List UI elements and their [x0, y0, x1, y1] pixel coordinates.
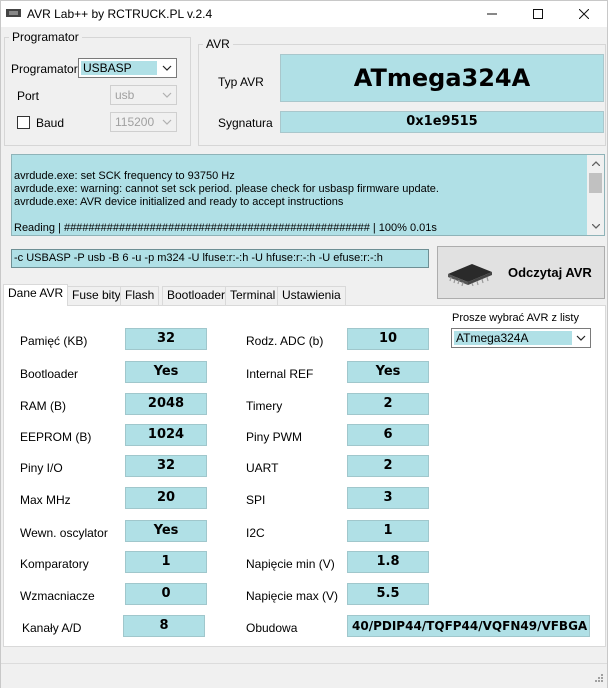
maximize-button[interactable]	[515, 1, 561, 27]
avr-type-label: Typ AVR	[218, 75, 264, 89]
log-scrollbar[interactable]	[587, 155, 604, 235]
log-line: avrdude.exe: warning: cannot set sck per…	[14, 183, 439, 195]
log-output[interactable]: avrdude.exe: set SCK frequency to 93750 …	[11, 154, 605, 236]
app-window: AVR Lab++ by RCTRUCK.PL v.2.4 Programato…	[0, 0, 608, 688]
app-icon	[6, 9, 21, 17]
chip-icon	[448, 264, 492, 286]
param-value: 8	[123, 615, 205, 637]
command-line-field[interactable]: -c USBASP -P usb -B 6 -u -p m324 -U lfus…	[11, 249, 429, 268]
param-value: 6	[347, 424, 429, 446]
param-value: 1024	[125, 424, 207, 446]
scroll-up-button[interactable]	[587, 155, 604, 172]
param-value: 1	[347, 520, 429, 542]
avr-model-select-value: ATmega324A	[454, 331, 572, 345]
chevron-up-icon	[591, 161, 600, 166]
param-label: Max MHz	[20, 493, 71, 507]
param-label: Napięcie min (V)	[246, 557, 335, 571]
param-value: Yes	[125, 520, 207, 542]
param-label: Napięcie max (V)	[246, 589, 339, 603]
param-value: 0	[125, 583, 207, 605]
avr-group-legend: AVR	[206, 37, 230, 51]
tab-bootloader[interactable]: Bootloader	[162, 286, 231, 305]
param-label: I2C	[246, 526, 265, 540]
log-line: Reading | ##############################…	[14, 222, 437, 234]
chevron-down-icon	[162, 92, 172, 98]
port-label: Port	[17, 89, 40, 103]
param-label: Piny PWM	[246, 430, 303, 444]
param-value: 1	[125, 551, 207, 573]
baud-select[interactable]: 115200	[110, 112, 177, 132]
avr-signature-value: 0x1e9515	[280, 111, 604, 133]
programmer-select-value: USBASP	[81, 61, 157, 75]
baud-checkbox[interactable]	[17, 116, 30, 129]
param-value: 3	[347, 487, 429, 509]
status-bar	[1, 663, 607, 688]
tab-dane-avr[interactable]: Dane AVR	[3, 284, 69, 306]
tab-flash[interactable]: Flash	[120, 286, 160, 305]
param-label: Internal REF	[246, 367, 314, 381]
baud-select-value: 115200	[115, 115, 155, 129]
programmer-label: Programator	[11, 62, 78, 76]
minimize-button[interactable]	[469, 1, 515, 27]
chevron-down-icon	[162, 65, 172, 71]
read-avr-button-label: Odczytaj AVR	[508, 265, 592, 280]
param-label: EEPROM (B)	[20, 430, 92, 444]
tab-ustawienia[interactable]: Ustawienia	[277, 286, 346, 305]
log-line: avrdude.exe: AVR device initialized and …	[14, 196, 344, 208]
port-select-value: usb	[115, 88, 135, 102]
param-value: 2	[347, 393, 429, 415]
package-label: Obudowa	[246, 621, 298, 635]
param-label: Piny I/O	[20, 461, 63, 475]
scroll-thumb[interactable]	[589, 173, 602, 193]
param-label: SPI	[246, 493, 266, 507]
param-value: 2	[347, 455, 429, 477]
tab-page-dane-avr: Prosze wybrać AVR z listy ATmega324A Pam…	[3, 305, 606, 647]
maximize-icon	[533, 9, 543, 19]
param-value: 2048	[125, 393, 207, 415]
programmer-group-legend: Programator	[12, 30, 79, 44]
chevron-down-icon	[576, 335, 586, 341]
param-value: 32	[125, 328, 207, 350]
select-avr-label: Prosze wybrać AVR z listy	[452, 312, 579, 324]
chevron-down-icon	[591, 224, 600, 229]
close-button[interactable]	[561, 1, 607, 27]
tab-terminal[interactable]: Terminal	[225, 286, 281, 305]
param-value: 20	[125, 487, 207, 509]
param-label: Wewn. oscylator	[20, 526, 108, 540]
param-value: 32	[125, 455, 207, 477]
param-label: Pamięć (KB)	[20, 334, 88, 348]
param-label: RAM (B)	[20, 399, 66, 413]
title-bar: AVR Lab++ by RCTRUCK.PL v.2.4	[1, 1, 607, 27]
log-line: avrdude.exe: set SCK frequency to 93750 …	[14, 170, 235, 182]
param-label: Kanały A/D	[22, 621, 82, 635]
param-value: Yes	[125, 361, 207, 383]
close-icon	[579, 9, 589, 19]
param-value: Yes	[347, 361, 429, 383]
avr-type-value: ATmega324A	[280, 54, 604, 102]
param-label: Rodz. ADC (b)	[246, 334, 324, 348]
param-label: Komparatory	[20, 557, 89, 571]
param-label: Wzmacniacze	[20, 589, 95, 603]
param-label: Bootloader	[20, 367, 79, 381]
tab-fuse-bity[interactable]: Fuse bity	[67, 286, 126, 305]
baud-label: Baud	[36, 116, 65, 130]
avr-signature-label: Sygnatura	[218, 116, 273, 130]
param-label: Timery	[246, 399, 283, 413]
resize-grip-icon[interactable]	[593, 674, 604, 685]
avr-model-select[interactable]: ATmega324A	[451, 328, 591, 348]
scroll-down-button[interactable]	[587, 218, 604, 235]
read-avr-button[interactable]: Odczytaj AVR	[437, 246, 605, 299]
param-label: UART	[246, 461, 279, 475]
minimize-icon	[487, 13, 497, 15]
programmer-select[interactable]: USBASP	[78, 58, 177, 78]
param-value: 10	[347, 328, 429, 350]
param-value: 5.5	[347, 583, 429, 605]
port-select[interactable]: usb	[110, 85, 177, 105]
chevron-down-icon	[162, 119, 172, 125]
package-value: 40/PDIP44/TQFP44/VQFN49/VFBGA	[347, 615, 590, 637]
window-title: AVR Lab++ by RCTRUCK.PL v.2.4	[27, 7, 213, 21]
param-value: 1.8	[347, 551, 429, 573]
